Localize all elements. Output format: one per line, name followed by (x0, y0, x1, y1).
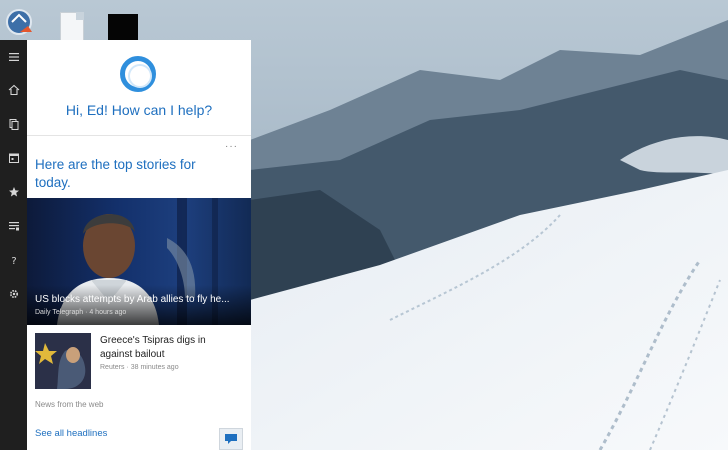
hero-news-card[interactable]: US blocks attempts by Arab allies to fly… (27, 198, 251, 325)
svg-text:?: ? (11, 256, 16, 266)
news-list-icon[interactable] (0, 214, 27, 238)
document-file-icon[interactable] (60, 12, 84, 42)
gear-icon[interactable] (0, 282, 27, 306)
hero-shade (27, 285, 251, 325)
cortana-logo-icon (120, 56, 156, 92)
cortana-greeting: Hi, Ed! How can I help? (65, 102, 213, 118)
more-dots-icon[interactable]: ··· (225, 141, 238, 152)
news-list-item[interactable]: Greece's Tsipras digs in against bailout… (27, 328, 251, 389)
hamburger-menu-icon[interactable] (0, 45, 27, 69)
calendar-icon[interactable] (0, 146, 27, 170)
see-all-headlines-link[interactable]: See all headlines (35, 428, 107, 439)
news-from-web-label: News from the web (35, 400, 104, 409)
notebook-icon[interactable] (0, 112, 27, 136)
news-source: Reuters · 38 minutes ago (100, 364, 179, 371)
cortana-panel: Hi, Ed! How can I help? ··· Here are the… (27, 40, 251, 450)
news-thumbnail (35, 333, 91, 389)
home-icon[interactable] (0, 78, 27, 102)
divider (27, 135, 251, 136)
hero-source: Daily Telegraph · 4 hours ago (35, 309, 127, 316)
recycle-bin-icon[interactable] (2, 6, 36, 42)
feedback-icon[interactable] (219, 428, 243, 450)
news-headline[interactable]: Greece's Tsipras digs in against bailout (100, 334, 240, 362)
help-icon[interactable]: ? (0, 248, 27, 272)
cortana-left-rail: ? (0, 40, 27, 450)
star-icon[interactable] (0, 180, 27, 204)
black-app-icon[interactable] (108, 14, 138, 42)
top-stories-heading: Here are the top stories for today. (35, 157, 196, 190)
hero-headline[interactable]: US blocks attempts by Arab allies to fly… (35, 294, 247, 305)
